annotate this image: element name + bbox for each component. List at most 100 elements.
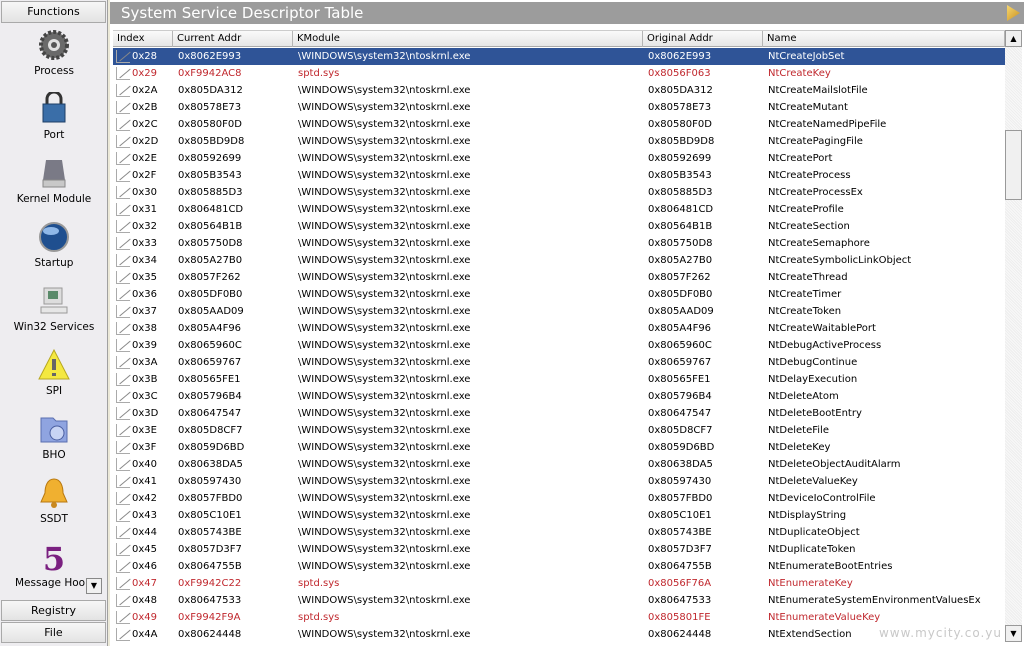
arrow-icon[interactable] <box>1007 5 1020 21</box>
name-cell: NtCreateProcessEx <box>768 187 863 198</box>
current-addr-cell: 0x805BD9D8 <box>178 136 245 147</box>
table-row[interactable]: 0x32 0x80564B1B \WINDOWS\system32\ntoskrnl… <box>113 218 1005 235</box>
current-addr-cell: 0x80597430 <box>178 476 242 487</box>
table-row[interactable]: 0x44 0x805743BE \WINDOWS\system32\ntoskrnl… <box>113 524 1005 541</box>
original-addr-cell: 0x80647547 <box>648 408 712 419</box>
table-row[interactable]: 0x40 0x80638DA5 \WINDOWS\system32\ntoskrnl… <box>113 456 1005 473</box>
row-icon <box>116 118 130 131</box>
column-header-original-addr[interactable]: Original Addr <box>643 31 763 47</box>
sidebar-item-ssdt[interactable]: SSDT <box>0 476 108 525</box>
table-row[interactable]: 0x35 0x8057F262 \WINDOWS\system32\ntoskrnl… <box>113 269 1005 286</box>
original-addr-cell: 0x80624448 <box>648 629 712 640</box>
table-row[interactable]: 0x43 0x805C10E1 \WINDOWS\system32\ntoskrnl… <box>113 507 1005 524</box>
kmodule-cell: \WINDOWS\system32\ntoskrnl.exe <box>298 170 471 181</box>
sidebar-item-kernel-module[interactable]: Kernel Module <box>0 156 108 205</box>
kmodule-cell: \WINDOWS\system32\ntoskrnl.exe <box>298 119 471 130</box>
name-cell: NtCreateThread <box>768 272 848 283</box>
index-cell: 0x2B <box>132 102 158 113</box>
table-row[interactable]: 0x2B 0x80578E73 \WINDOWS\system32\ntoskrnl… <box>113 99 1005 116</box>
table-row[interactable]: 0x3C 0x805796B4 \WINDOWS\system32\ntoskrnl… <box>113 388 1005 405</box>
index-cell: 0x41 <box>132 476 158 487</box>
registry-button[interactable]: Registry <box>1 600 106 621</box>
vertical-scrollbar[interactable]: ▲ ▼ <box>1005 30 1022 642</box>
column-header-name[interactable]: Name <box>763 31 1005 47</box>
index-cell: 0x3D <box>132 408 159 419</box>
table-row[interactable]: 0x48 0x80647533 \WINDOWS\system32\ntoskrnl… <box>113 592 1005 609</box>
table-row[interactable]: 0x2E 0x80592699 \WINDOWS\system32\ntoskrnl… <box>113 150 1005 167</box>
name-cell: NtCreateMutant <box>768 102 848 113</box>
table-row[interactable]: 0x3A 0x80659767 \WINDOWS\system32\ntoskrnl… <box>113 354 1005 371</box>
table-row[interactable]: 0x3D 0x80647547 \WINDOWS\system32\ntoskrnl… <box>113 405 1005 422</box>
watermark: www.mycity.co.yu <box>878 626 1002 640</box>
original-addr-cell: 0x80592699 <box>648 153 712 164</box>
table-row[interactable]: 0x46 0x8064755B \WINDOWS\system32\ntoskrnl… <box>113 558 1005 575</box>
scroll-down-button[interactable]: ▼ <box>1005 625 1022 642</box>
sidebar-item-process[interactable]: Process <box>0 28 108 77</box>
original-addr-cell: 0x805A27B0 <box>648 255 713 266</box>
table-row[interactable]: 0x4A 0x80624448 \WINDOWS\system32\ntoskrnl… <box>113 626 1005 643</box>
file-button[interactable]: File <box>1 622 106 643</box>
original-addr-cell: 0x805DA312 <box>648 85 713 96</box>
kmodule-cell: \WINDOWS\system32\ntoskrnl.exe <box>298 561 471 572</box>
table-header: Index Current Addr KModule Original Addr… <box>113 30 1005 47</box>
table-row[interactable]: 0x37 0x805AAD09 \WINDOWS\system32\ntoskrnl… <box>113 303 1005 320</box>
name-cell: NtDuplicateObject <box>768 527 860 538</box>
kmodule-cell: \WINDOWS\system32\ntoskrnl.exe <box>298 442 471 453</box>
table-row[interactable]: 0x31 0x806481CD \WINDOWS\system32\ntoskrnl… <box>113 201 1005 218</box>
index-cell: 0x3C <box>132 391 158 402</box>
table-row[interactable]: 0x29 0xF9942AC8 sptd.sys 0x8056F063 NtCreate… <box>113 65 1005 82</box>
sidebar-item-spi[interactable]: SPI <box>0 348 108 397</box>
sidebar-item-bho[interactable]: BHO <box>0 412 108 461</box>
table-row[interactable]: 0x28 0x8062E993 \WINDOWS\system32\ntoskrnl… <box>113 48 1005 65</box>
index-cell: 0x32 <box>132 221 158 232</box>
table-row[interactable]: 0x3E 0x805D8CF7 \WINDOWS\system32\ntoskrnl… <box>113 422 1005 439</box>
current-addr-cell: 0x805A27B0 <box>178 255 243 266</box>
column-header-current-addr[interactable]: Current Addr <box>173 31 293 47</box>
table-row[interactable]: 0x47 0xF9942C22 sptd.sys 0x8056F76A NtEnumer… <box>113 575 1005 592</box>
scroll-thumb[interactable] <box>1005 130 1022 200</box>
table-row[interactable]: 0x2F 0x805B3543 \WINDOWS\system32\ntoskrnl… <box>113 167 1005 184</box>
current-addr-cell: 0x8057D3F7 <box>178 544 242 555</box>
sidebar-item-startup[interactable]: Startup <box>0 220 108 269</box>
name-cell: NtCreateProfile <box>768 204 844 215</box>
original-addr-cell: 0x80578E73 <box>648 102 712 113</box>
table-row[interactable]: 0x34 0x805A27B0 \WINDOWS\system32\ntoskrnl… <box>113 252 1005 269</box>
original-addr-cell: 0x805C10E1 <box>648 510 712 521</box>
table-row[interactable]: 0x45 0x8057D3F7 \WINDOWS\system32\ntoskrnl… <box>113 541 1005 558</box>
table-row[interactable]: 0x42 0x8057FBD0 \WINDOWS\system32\ntoskrnl… <box>113 490 1005 507</box>
row-icon <box>116 390 130 403</box>
row-icon <box>116 407 130 420</box>
table-row[interactable]: 0x3F 0x8059D6BD \WINDOWS\system32\ntoskrnl… <box>113 439 1005 456</box>
row-icon <box>116 543 130 556</box>
table-row[interactable]: 0x39 0x8065960C \WINDOWS\system32\ntoskrnl… <box>113 337 1005 354</box>
scroll-up-button[interactable]: ▲ <box>1005 30 1022 47</box>
functions-header[interactable]: Functions <box>1 1 106 23</box>
row-icon <box>116 356 130 369</box>
index-cell: 0x47 <box>132 578 158 589</box>
table-row[interactable]: 0x2A 0x805DA312 \WINDOWS\system32\ntoskrnl… <box>113 82 1005 99</box>
sidebar-item-win32-services[interactable]: Win32 Services <box>0 284 108 333</box>
table-row[interactable]: 0x3B 0x80565FE1 \WINDOWS\system32\ntoskrnl… <box>113 371 1005 388</box>
table-row[interactable]: 0x49 0xF9942F9A sptd.sys 0x805801FE NtEnumer… <box>113 609 1005 626</box>
sidebar-scroll-down-button[interactable]: ▼ <box>86 578 102 594</box>
name-cell: NtCreatePagingFile <box>768 136 863 147</box>
table-row[interactable]: 0x33 0x805750D8 \WINDOWS\system32\ntoskrnl… <box>113 235 1005 252</box>
table-row[interactable]: 0x38 0x805A4F96 \WINDOWS\system32\ntoskrnl… <box>113 320 1005 337</box>
column-header-kmodule[interactable]: KModule <box>293 31 643 47</box>
sidebar-item-port[interactable]: Port <box>0 92 108 141</box>
table-row[interactable]: 0x2D 0x805BD9D8 \WINDOWS\system32\ntoskrnl… <box>113 133 1005 150</box>
warning-icon <box>38 348 70 380</box>
current-addr-cell: 0x80638DA5 <box>178 459 243 470</box>
panel-title-text: System Service Descriptor Table <box>121 4 364 22</box>
column-header-index[interactable]: Index <box>113 31 173 47</box>
original-addr-cell: 0x8057FBD0 <box>648 493 713 504</box>
sidebar-item-label: Process <box>34 65 74 77</box>
original-addr-cell: 0x805D8CF7 <box>648 425 713 436</box>
table-row[interactable]: 0x2C 0x80580F0D \WINDOWS\system32\ntoskrnl… <box>113 116 1005 133</box>
sidebar-item-label: SPI <box>45 385 63 397</box>
table-row[interactable]: 0x36 0x805DF0B0 \WINDOWS\system32\ntoskrnl… <box>113 286 1005 303</box>
table-row[interactable]: 0x30 0x805885D3 \WINDOWS\system32\ntoskrnl… <box>113 184 1005 201</box>
table-row[interactable]: 0x41 0x80597430 \WINDOWS\system32\ntoskrnl… <box>113 473 1005 490</box>
kmodule-cell: \WINDOWS\system32\ntoskrnl.exe <box>298 204 471 215</box>
functions-sidebar: Functions Process Port Kernel Module Sta… <box>0 0 108 646</box>
